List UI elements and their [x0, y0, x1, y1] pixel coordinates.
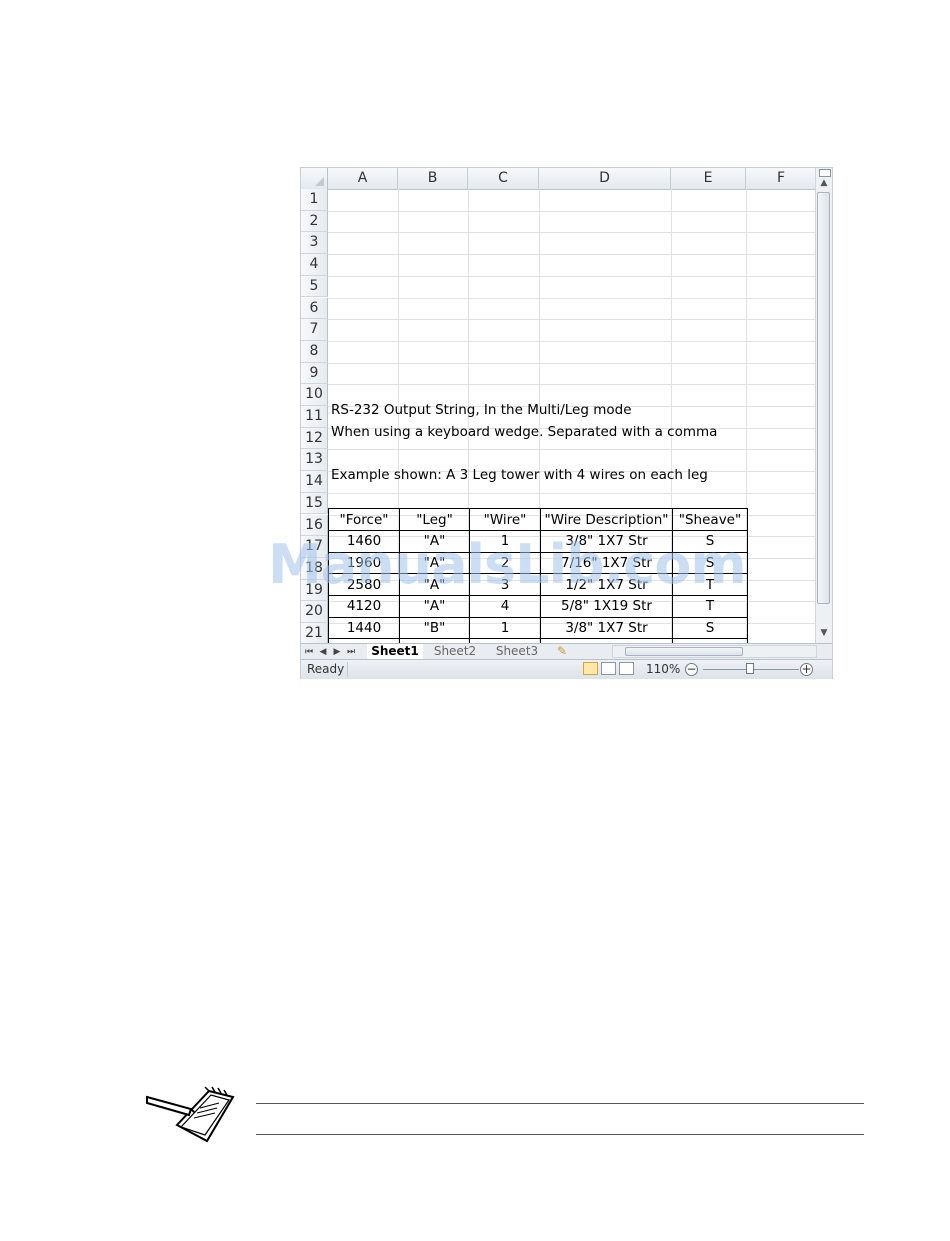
- row-header[interactable]: 12: [301, 427, 328, 450]
- row-header[interactable]: 11: [301, 406, 328, 428]
- row-header[interactable]: 8: [301, 340, 328, 363]
- cell-a3[interactable]: RS-232 Output String, In the Multi/Leg m…: [331, 400, 632, 421]
- header-cell[interactable]: "Force": [328, 508, 400, 531]
- row-header[interactable]: 7: [301, 319, 328, 341]
- last-sheet-icon[interactable]: ⏭: [345, 645, 357, 659]
- first-sheet-icon[interactable]: ⏮: [303, 645, 315, 659]
- status-ready: Ready: [307, 662, 345, 676]
- cell-a4[interactable]: When using a keyboard wedge. Separated w…: [331, 422, 717, 443]
- column-header-e[interactable]: E: [671, 168, 746, 189]
- normal-view-icon[interactable]: [583, 662, 598, 675]
- zoom-out-icon[interactable]: −: [685, 663, 698, 676]
- tab-sheet3[interactable]: Sheet3: [489, 644, 545, 659]
- row-header[interactable]: 21: [301, 623, 328, 643]
- zoom-slider-thumb[interactable]: [746, 663, 754, 674]
- sheet-tab-bar: ⏮ ◀ ▶ ⏭ Sheet1 Sheet2 Sheet3 ✎: [301, 643, 832, 660]
- row-header[interactable]: 4: [301, 254, 328, 276]
- table-cell[interactable]: "A": [399, 595, 470, 618]
- row-header[interactable]: 2: [301, 210, 328, 233]
- column-header-f[interactable]: F: [746, 168, 817, 189]
- row-header[interactable]: 14: [301, 471, 328, 493]
- insert-sheet-icon[interactable]: ✎: [551, 644, 573, 659]
- table-cell[interactable]: S: [672, 616, 748, 640]
- note-rule-bottom: [256, 1134, 864, 1135]
- table-row: 1440 "B" 1 3/8" 1X7 Str S: [328, 616, 748, 640]
- row-header[interactable]: 9: [301, 362, 328, 385]
- note-rule-top: [256, 1103, 864, 1104]
- note-pad-icon: [146, 1086, 235, 1143]
- prev-sheet-icon[interactable]: ◀: [317, 645, 329, 659]
- zoom-in-icon[interactable]: +: [800, 663, 813, 676]
- tab-sheet1[interactable]: Sheet1: [367, 644, 423, 659]
- row-header[interactable]: 10: [301, 384, 328, 406]
- next-sheet-icon[interactable]: ▶: [331, 645, 343, 659]
- status-bar: Ready 110% − +: [301, 659, 832, 679]
- row-header[interactable]: 1: [301, 189, 328, 211]
- page-layout-view-icon[interactable]: [601, 662, 616, 675]
- vertical-scrollbar[interactable]: ▲ ▼: [815, 168, 832, 643]
- row-header[interactable]: 6: [301, 297, 328, 320]
- column-header-d[interactable]: D: [539, 168, 671, 189]
- table-cell[interactable]: 3/8" 1X7 Str: [540, 616, 673, 640]
- row-header[interactable]: 15: [301, 492, 328, 515]
- table-header-row: "Force" "Leg" "Wire" "Wire Description" "She…: [328, 508, 748, 531]
- header-cell[interactable]: "Wire": [469, 508, 541, 531]
- row-header[interactable]: 13: [301, 449, 328, 472]
- split-box[interactable]: [819, 169, 831, 177]
- table-cell[interactable]: "B": [399, 616, 470, 640]
- table-row: 4120 "A" 4 5/8" 1X19 Str T: [328, 595, 748, 618]
- table-cell[interactable]: T: [672, 595, 748, 618]
- table-cell[interactable]: 1440: [328, 616, 400, 640]
- header-cell[interactable]: "Leg": [399, 508, 470, 531]
- header-cell[interactable]: "Wire Description": [540, 508, 673, 531]
- horizontal-scroll-thumb[interactable]: [625, 647, 743, 656]
- row-header[interactable]: 20: [301, 601, 328, 623]
- column-header-c[interactable]: C: [468, 168, 539, 189]
- table-cell[interactable]: 4: [469, 595, 541, 618]
- excel-window: A B C D E F 1 2 3 4 5 6 7 8 9 10 11 12 13 14 15 16 17 18 1…: [300, 167, 833, 679]
- page-break-view-icon[interactable]: [619, 662, 634, 675]
- column-header-row: A B C D E F: [301, 168, 817, 190]
- zoom-level[interactable]: 110%: [646, 662, 680, 676]
- row-header[interactable]: 3: [301, 232, 328, 255]
- column-header-a[interactable]: A: [328, 168, 398, 189]
- cell-a6[interactable]: Example shown: A 3 Leg tower with 4 wire…: [331, 465, 708, 486]
- row-header[interactable]: 5: [301, 275, 328, 298]
- vertical-scroll-thumb[interactable]: [817, 192, 830, 604]
- horizontal-scrollbar[interactable]: [612, 645, 817, 658]
- column-header-b[interactable]: B: [398, 168, 468, 189]
- scroll-down-icon[interactable]: ▼: [819, 628, 829, 638]
- table-cell[interactable]: 1: [469, 616, 541, 640]
- table-cell[interactable]: 4120: [328, 595, 400, 618]
- table-cell[interactable]: 5/8" 1X19 Str: [540, 595, 673, 618]
- header-cell[interactable]: "Sheave": [672, 508, 748, 531]
- scroll-up-icon[interactable]: ▲: [819, 178, 829, 188]
- select-all-corner[interactable]: [301, 168, 328, 189]
- tab-sheet2[interactable]: Sheet2: [427, 644, 483, 659]
- watermark: ManualsLib.com: [268, 533, 747, 596]
